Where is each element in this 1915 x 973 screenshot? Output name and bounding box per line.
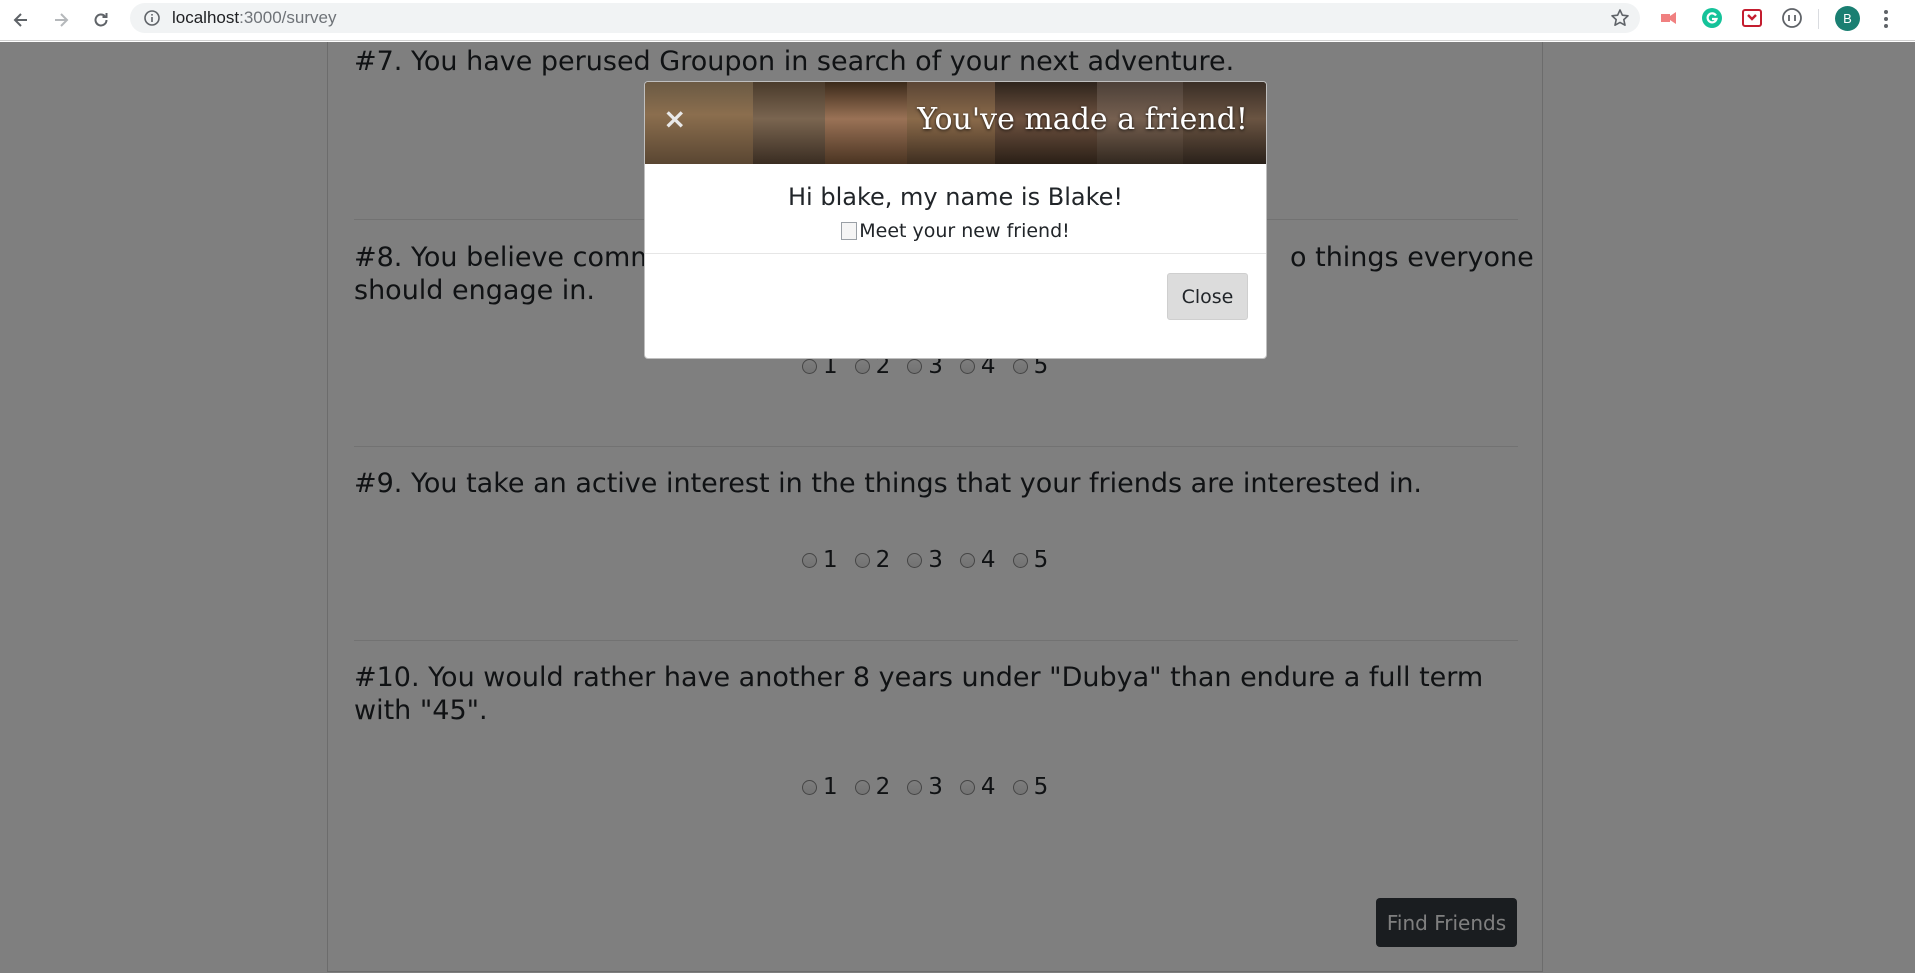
extension-circle-icon[interactable] xyxy=(1781,7,1803,29)
toolbar-divider xyxy=(1818,9,1819,29)
url-host: localhost xyxy=(172,8,240,27)
friend-photo: Meet your new friend! xyxy=(841,220,1070,242)
modal-footer: Close xyxy=(645,254,1266,358)
forward-icon[interactable] xyxy=(43,2,79,38)
friend-photo-alt: Meet your new friend! xyxy=(859,220,1070,242)
screencast-extension-icon[interactable] xyxy=(1658,7,1680,29)
close-button[interactable]: Close xyxy=(1167,273,1248,320)
browser-toolbar: localhost:3000/survey B xyxy=(0,0,1915,41)
modal-title: You've made a friend! xyxy=(917,102,1248,137)
banner-photo xyxy=(753,82,825,164)
pocket-extension-icon[interactable] xyxy=(1741,7,1763,29)
grammarly-extension-icon[interactable] xyxy=(1701,7,1723,29)
modal-header: × You've made a friend! xyxy=(645,82,1266,164)
address-bar[interactable]: localhost:3000/survey xyxy=(130,3,1640,33)
bookmark-star-icon[interactable] xyxy=(1610,8,1630,28)
browser-menu-icon[interactable] xyxy=(1880,8,1892,30)
url-path: :3000/survey xyxy=(239,8,337,27)
banner-photo xyxy=(645,82,753,164)
broken-image-icon xyxy=(841,222,858,240)
site-info-icon[interactable] xyxy=(144,10,160,26)
reload-icon[interactable] xyxy=(83,2,119,38)
friend-match-modal: × You've made a friend! Hi blake, my nam… xyxy=(644,81,1267,359)
profile-avatar[interactable]: B xyxy=(1835,6,1860,31)
banner-photo xyxy=(825,82,907,164)
back-icon[interactable] xyxy=(3,2,39,38)
friend-greeting: Hi blake, my name is Blake! xyxy=(788,183,1123,211)
close-icon[interactable]: × xyxy=(663,104,686,134)
modal-body: Hi blake, my name is Blake! Meet your ne… xyxy=(645,164,1266,254)
